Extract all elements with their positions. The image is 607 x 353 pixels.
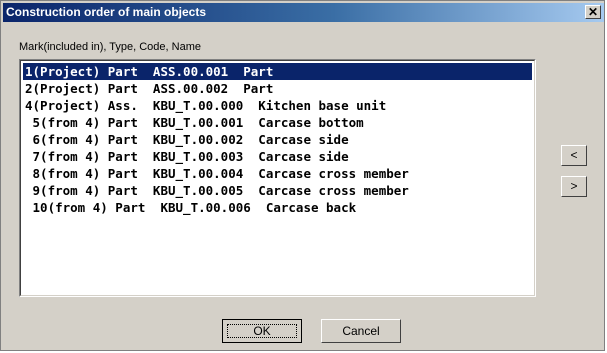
cancel-button[interactable]: Cancel (321, 319, 401, 343)
list-item[interactable]: 4(Project) Ass. KBU_T.00.000 Kitchen bas… (23, 97, 532, 114)
cancel-button-label: Cancel (342, 324, 380, 338)
chevron-right-icon: > (570, 179, 578, 193)
list-item[interactable]: 2(Project) Part ASS.00.002 Part (23, 80, 532, 97)
title-bar[interactable]: Construction order of main objects ✕ (3, 3, 604, 22)
list-item[interactable]: 6(from 4) Part KBU_T.00.002 Carcase side (23, 131, 532, 148)
list-column-header: Mark(included in), Type, Code, Name (19, 41, 201, 53)
list-item[interactable]: 1(Project) Part ASS.00.001 Part (23, 63, 532, 80)
close-icon: ✕ (587, 5, 599, 19)
dialog-window: Construction order of main objects ✕ Mar… (0, 0, 605, 351)
move-down-button[interactable]: > (561, 176, 587, 197)
move-up-button[interactable]: < (561, 145, 587, 166)
dialog-title: Construction order of main objects (6, 5, 207, 19)
ok-button[interactable]: OK (222, 319, 302, 343)
objects-listbox[interactable]: 1(Project) Part ASS.00.001 Part 2(Project… (19, 59, 536, 297)
list-item[interactable]: 8(from 4) Part KBU_T.00.004 Carcase cros… (23, 165, 532, 182)
close-button[interactable]: ✕ (585, 5, 601, 19)
listbox-inner: 1(Project) Part ASS.00.001 Part 2(Project… (20, 60, 535, 296)
list-item[interactable]: 7(from 4) Part KBU_T.00.003 Carcase side (23, 148, 532, 165)
list-item[interactable]: 10(from 4) Part KBU_T.00.006 Carcase bac… (23, 199, 532, 216)
chevron-left-icon: < (570, 148, 578, 162)
list-item[interactable]: 9(from 4) Part KBU_T.00.005 Carcase cros… (23, 182, 532, 199)
ok-button-label: OK (253, 324, 271, 338)
list-item[interactable]: 5(from 4) Part KBU_T.00.001 Carcase bott… (23, 114, 532, 131)
